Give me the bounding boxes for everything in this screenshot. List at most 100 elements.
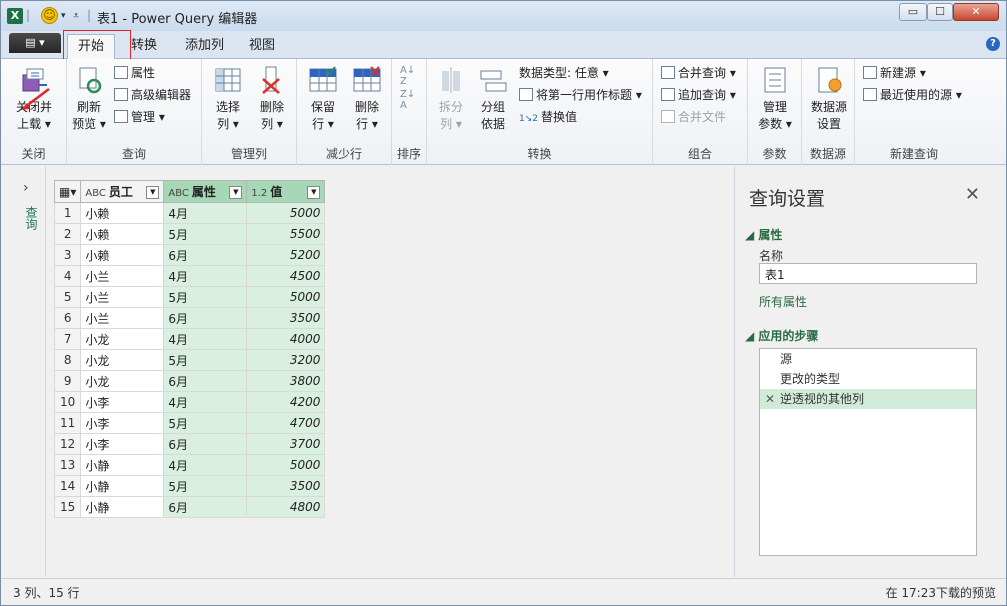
cell-value[interactable]: 3700	[246, 433, 326, 455]
manage-button[interactable]: 管理 ▾	[114, 109, 165, 125]
table-row[interactable]: 9 小龙 6月 3800	[53, 370, 326, 392]
close-settings-icon[interactable]: ✕	[965, 184, 980, 205]
cell-attribute[interactable]: 6月	[163, 433, 248, 455]
cell-value[interactable]: 5000	[246, 454, 326, 476]
cell-employee[interactable]: 小李	[80, 412, 165, 434]
properties-section-header[interactable]: ◢ 属性	[745, 226, 782, 243]
help-icon[interactable]: ?	[986, 37, 1000, 51]
row-number[interactable]: 2	[53, 223, 82, 245]
tab-transform[interactable]: 转换	[121, 34, 167, 59]
cell-value[interactable]: 4500	[246, 265, 326, 287]
remove-columns-button[interactable]: 删除 列 ▾	[252, 65, 292, 133]
column-header-attribute[interactable]: ABC 属性 ▼	[163, 180, 248, 203]
row-number[interactable]: 15	[53, 496, 82, 518]
append-queries-button[interactable]: 追加查询 ▾	[661, 87, 736, 103]
minimize-button[interactable]: ▭	[899, 3, 927, 21]
customize-toolbar-icon[interactable]: ⩡	[73, 9, 79, 23]
table-select-all[interactable]: ▦▾	[53, 180, 82, 203]
table-row[interactable]: 8 小龙 5月 3200	[53, 349, 326, 371]
cell-value[interactable]: 5500	[246, 223, 326, 245]
all-properties-link[interactable]: 所有属性	[759, 293, 807, 310]
cell-attribute[interactable]: 6月	[163, 244, 248, 266]
combine-files-button[interactable]: 合并文件	[661, 109, 726, 125]
recent-sources-button[interactable]: 最近使用的源 ▾	[863, 87, 962, 103]
file-menu-button[interactable]: ▤ ▾	[9, 33, 61, 53]
cell-employee[interactable]: 小静	[80, 454, 165, 476]
cell-attribute[interactable]: 4月	[163, 328, 248, 350]
cell-attribute[interactable]: 5月	[163, 349, 248, 371]
remove-rows-button[interactable]: 删除 行 ▾	[347, 65, 387, 133]
use-first-row-headers-button[interactable]: 将第一行用作标题 ▾	[519, 87, 642, 103]
cell-employee[interactable]: 小龙	[80, 349, 165, 371]
cell-value[interactable]: 3500	[246, 475, 326, 497]
row-number[interactable]: 6	[53, 307, 82, 329]
cell-employee[interactable]: 小兰	[80, 307, 165, 329]
text-type-icon[interactable]: ABC	[168, 188, 189, 199]
cell-attribute[interactable]: 6月	[163, 370, 248, 392]
step-item[interactable]: 更改的类型	[760, 369, 976, 389]
data-type-dropdown[interactable]: 数据类型: 任意 ▾	[519, 65, 609, 81]
row-number[interactable]: 5	[53, 286, 82, 308]
cell-employee[interactable]: 小兰	[80, 286, 165, 308]
close-button[interactable]: ✕	[953, 3, 999, 21]
row-number[interactable]: 14	[53, 475, 82, 497]
sort-ascending-button[interactable]: A↓ Z	[400, 65, 415, 87]
filter-dropdown-icon[interactable]: ▼	[229, 186, 243, 199]
cell-attribute[interactable]: 6月	[163, 307, 248, 329]
cell-value[interactable]: 4200	[246, 391, 326, 413]
step-item[interactable]: 源	[760, 349, 976, 369]
row-number[interactable]: 10	[53, 391, 82, 413]
feedback-dropdown-icon[interactable]: ▾	[61, 11, 66, 21]
choose-columns-button[interactable]: 选择 列 ▾	[208, 65, 248, 133]
row-number[interactable]: 1	[53, 202, 82, 224]
cell-employee[interactable]: 小静	[80, 475, 165, 497]
sort-descending-button[interactable]: Z↓ A	[400, 89, 415, 111]
cell-value[interactable]: 3500	[246, 307, 326, 329]
merge-queries-button[interactable]: 合并查询 ▾	[661, 65, 736, 81]
maximize-button[interactable]: ☐	[927, 3, 953, 21]
new-source-button[interactable]: 新建源 ▾	[863, 65, 926, 81]
row-number[interactable]: 7	[53, 328, 82, 350]
cell-value[interactable]: 4700	[246, 412, 326, 434]
cell-employee[interactable]: 小兰	[80, 265, 165, 287]
table-row[interactable]: 14 小静 5月 3500	[53, 475, 326, 497]
cell-attribute[interactable]: 5月	[163, 286, 248, 308]
replace-values-button[interactable]: 1↘2 替换值	[519, 109, 577, 127]
cell-employee[interactable]: 小李	[80, 433, 165, 455]
cell-employee[interactable]: 小赖	[80, 202, 165, 224]
keep-rows-button[interactable]: 保留 行 ▾	[303, 65, 343, 133]
row-number[interactable]: 11	[53, 412, 82, 434]
group-by-button[interactable]: 分组 依据	[475, 65, 511, 133]
table-row[interactable]: 6 小兰 6月 3500	[53, 307, 326, 329]
expand-chevron-icon[interactable]: ›	[23, 180, 29, 196]
row-number[interactable]: 8	[53, 349, 82, 371]
cell-attribute[interactable]: 4月	[163, 454, 248, 476]
close-and-load-button[interactable]: 关闭并 上载 ▾	[9, 65, 59, 133]
cell-employee[interactable]: 小龙	[80, 370, 165, 392]
table-row[interactable]: 15 小静 6月 4800	[53, 496, 326, 518]
delete-step-icon[interactable]: ✕	[765, 389, 775, 409]
refresh-preview-button[interactable]: 刷新 预览 ▾	[69, 65, 109, 133]
applied-steps-header[interactable]: ◢ 应用的步骤	[745, 327, 818, 344]
cell-attribute[interactable]: 4月	[163, 265, 248, 287]
cell-attribute[interactable]: 5月	[163, 412, 248, 434]
row-number[interactable]: 4	[53, 265, 82, 287]
cell-employee[interactable]: 小龙	[80, 328, 165, 350]
table-row[interactable]: 2 小赖 5月 5500	[53, 223, 326, 245]
cell-attribute[interactable]: 4月	[163, 391, 248, 413]
decimal-type-icon[interactable]: 1.2	[251, 188, 267, 199]
tab-home[interactable]: 开始	[67, 34, 116, 59]
cell-employee[interactable]: 小赖	[80, 244, 165, 266]
queries-pane-label[interactable]: 查询	[23, 206, 40, 230]
table-row[interactable]: 5 小兰 5月 5000	[53, 286, 326, 308]
text-type-icon[interactable]: ABC	[85, 188, 106, 199]
cell-value[interactable]: 3200	[246, 349, 326, 371]
cell-attribute[interactable]: 5月	[163, 475, 248, 497]
cell-attribute[interactable]: 5月	[163, 223, 248, 245]
cell-value[interactable]: 5200	[246, 244, 326, 266]
filter-dropdown-icon[interactable]: ▼	[307, 186, 321, 199]
cell-value[interactable]: 3800	[246, 370, 326, 392]
column-header-value[interactable]: 1.2 值 ▼	[246, 180, 326, 203]
row-number[interactable]: 9	[53, 370, 82, 392]
table-row[interactable]: 11 小李 5月 4700	[53, 412, 326, 434]
